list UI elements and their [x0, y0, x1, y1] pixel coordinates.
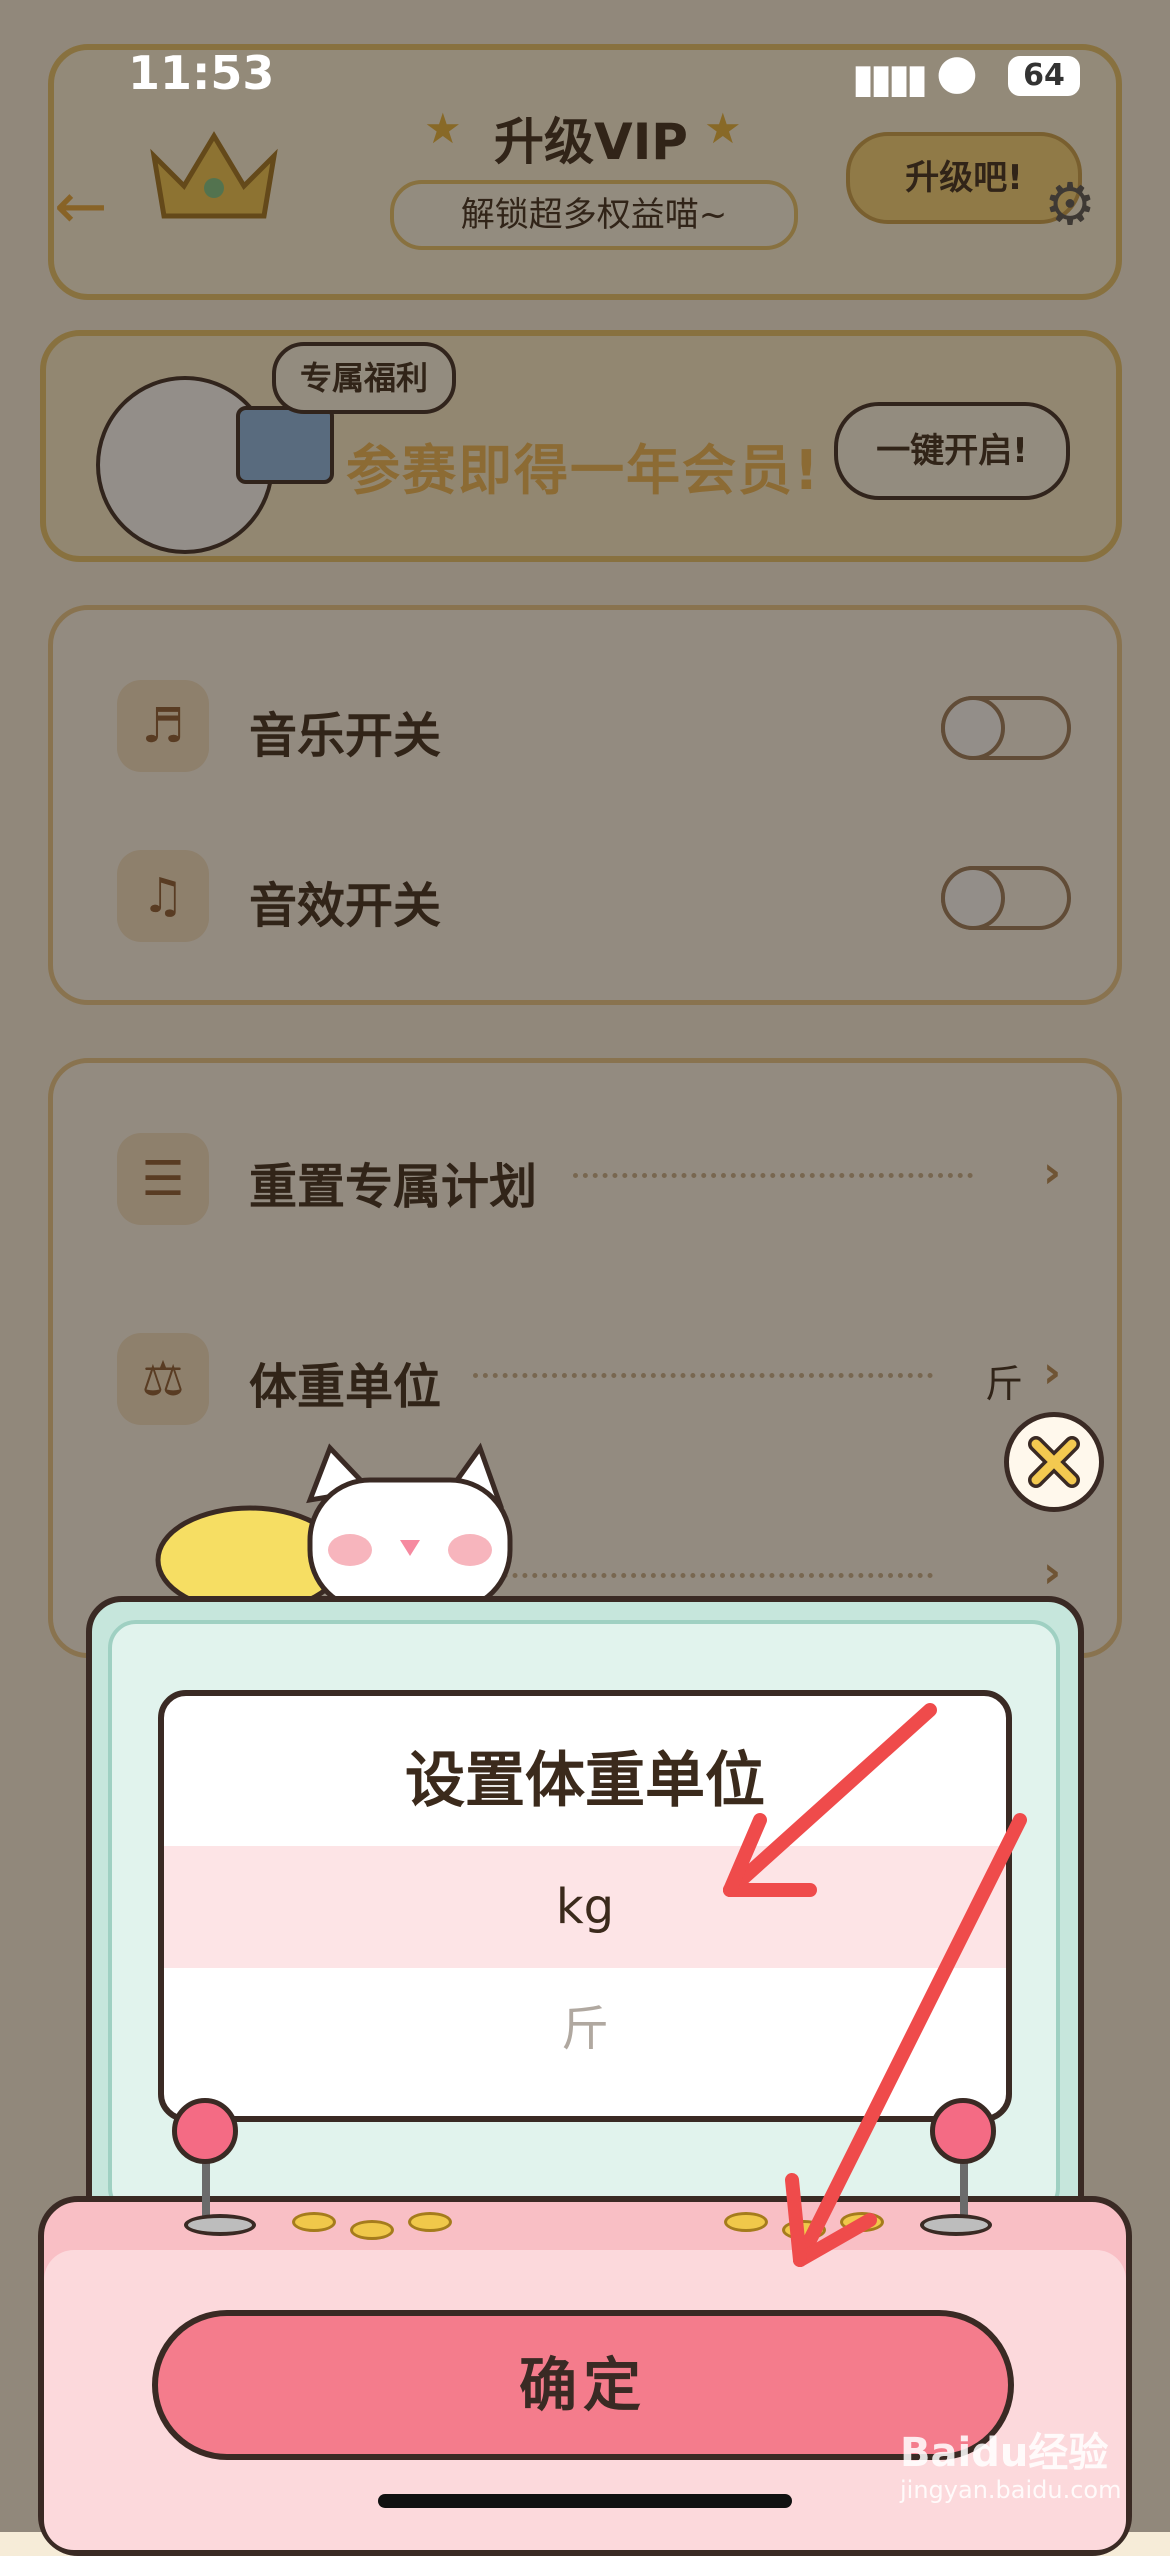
status-time: 11:53: [128, 46, 275, 100]
watermark-url: jingyan.baidu.com: [900, 2476, 1122, 2504]
coin-icon: [408, 2212, 452, 2232]
watermark-brand: Baidu经验: [900, 2430, 1109, 2476]
cat-lemon-illustration: [155, 1442, 513, 1615]
joystick-left-icon: [172, 2098, 238, 2164]
confirm-button[interactable]: 确定: [152, 2310, 1014, 2460]
battery-indicator: 64: [1008, 56, 1080, 96]
joystick-left-base: [184, 2214, 256, 2236]
wifi-icon: ●: [936, 44, 978, 100]
coin-icon: [350, 2220, 394, 2240]
coin-icon: [292, 2212, 336, 2232]
signal-icon: ▮▮▮▮: [852, 56, 928, 102]
home-indicator[interactable]: [378, 2494, 792, 2508]
annotation-arrows: [723, 1703, 1027, 2267]
close-icon: [1028, 1436, 1080, 1488]
close-button[interactable]: [1004, 1412, 1104, 1512]
